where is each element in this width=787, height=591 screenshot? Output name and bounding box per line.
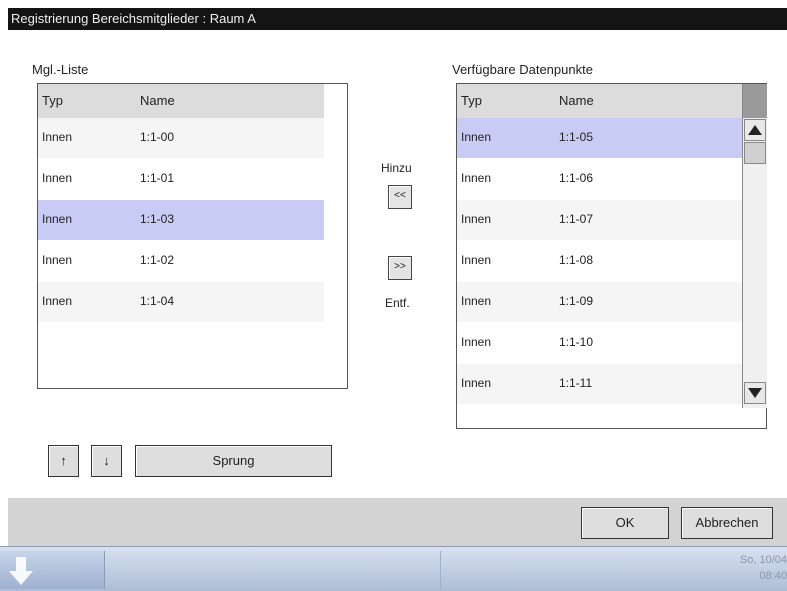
clock: So, 10/04 08:40 (717, 552, 787, 588)
time-text: 08:40 (759, 570, 787, 582)
cell-typ: Innen (461, 376, 492, 390)
cell-typ: Innen (42, 253, 73, 267)
remove-button[interactable]: >> (388, 256, 412, 280)
column-header-typ[interactable]: Typ (42, 93, 63, 108)
cell-name: 1:1-07 (559, 212, 594, 226)
arrow-up-icon (748, 125, 762, 135)
cell-typ: Innen (42, 130, 73, 144)
available-list-row[interactable]: Innen 1:1-10 (457, 323, 742, 363)
cell-typ: Innen (42, 212, 73, 226)
cell-name: 1:1-08 (559, 253, 594, 267)
cell-name: 1:1-05 (559, 130, 594, 144)
taskbar-divider (440, 551, 441, 589)
scroll-up-button[interactable] (744, 119, 766, 141)
cell-name: 1:1-09 (559, 294, 594, 308)
jump-button[interactable]: Sprung (135, 445, 332, 477)
cell-name: 1:1-04 (140, 294, 175, 308)
available-list-row[interactable]: Innen 1:1-06 (457, 159, 742, 199)
add-label: Hinzu (381, 161, 412, 175)
back-button-label: Zurück (42, 564, 76, 576)
scroll-thumb[interactable] (744, 142, 766, 164)
add-button[interactable]: << (388, 185, 412, 209)
back-button[interactable]: Zurück (0, 551, 105, 589)
member-list-row[interactable]: Innen 1:1-04 (38, 282, 324, 322)
dialog-title: Registrierung Bereichsmitglieder : Raum … (8, 8, 787, 30)
cell-typ: Innen (461, 335, 492, 349)
member-list[interactable]: Typ Name Innen 1:1-00 Innen 1:1-01 Innen 1:1-… (37, 83, 348, 389)
taskbar: Zurück So, 10/04 08:40 (0, 546, 787, 591)
scrollbar-header-cap (743, 84, 767, 118)
cell-typ: Innen (461, 253, 492, 267)
cell-name: 1:1-03 (140, 212, 175, 226)
available-list-row[interactable]: Innen 1:1-05 (457, 118, 742, 158)
available-list-row[interactable]: Innen 1:1-09 (457, 282, 742, 322)
member-list-row[interactable]: Innen 1:1-03 (38, 200, 324, 240)
cell-name: 1:1-00 (140, 130, 175, 144)
available-list-row[interactable]: Innen 1:1-11 (457, 364, 742, 404)
dialog-content: Mgl.-Liste Typ Name Innen 1:1-00 Innen 1:1-… (8, 30, 787, 498)
member-list-row[interactable]: Innen 1:1-00 (38, 118, 324, 158)
cancel-button[interactable]: Abbrechen (681, 507, 773, 539)
member-list-row[interactable]: Innen 1:1-02 (38, 241, 324, 281)
cell-typ: Innen (461, 294, 492, 308)
member-list-header: Typ Name (38, 84, 324, 118)
cell-name: 1:1-11 (559, 376, 593, 390)
member-list-label: Mgl.-Liste (32, 62, 89, 77)
arrow-down-icon (748, 388, 762, 398)
top-strip (0, 0, 787, 8)
column-header-name[interactable]: Name (140, 93, 175, 108)
member-registration-dialog: Registrierung Bereichsmitglieder : Raum … (8, 8, 787, 546)
available-list-row[interactable]: Innen 1:1-08 (457, 241, 742, 281)
date-text: So, 10/04 (739, 554, 787, 566)
column-header-name[interactable]: Name (559, 93, 594, 108)
ok-button[interactable]: OK (581, 507, 669, 539)
move-up-button[interactable]: ↑ (48, 445, 79, 477)
cell-typ: Innen (42, 294, 73, 308)
down-arrow-icon (9, 557, 33, 585)
available-list[interactable]: Typ Name Innen 1:1-05 Innen 1:1-06 Innen 1:1-… (456, 83, 767, 429)
dialog-footer: OK Abbrechen (8, 498, 787, 546)
cell-typ: Innen (461, 171, 492, 185)
available-list-label: Verfügbare Datenpunkte (452, 62, 593, 77)
remove-label: Entf. (385, 296, 410, 310)
available-list-header: Typ Name (457, 84, 742, 118)
scroll-down-button[interactable] (744, 382, 766, 404)
cell-name: 1:1-06 (559, 171, 594, 185)
member-list-row[interactable]: Innen 1:1-01 (38, 159, 324, 199)
cell-typ: Innen (461, 130, 492, 144)
cell-name: 1:1-01 (140, 171, 175, 185)
move-down-button[interactable]: ↓ (91, 445, 122, 477)
cell-name: 1:1-10 (559, 335, 594, 349)
available-list-row[interactable]: Innen 1:1-07 (457, 200, 742, 240)
cell-typ: Innen (42, 171, 73, 185)
scrollbar[interactable] (742, 84, 767, 408)
cell-typ: Innen (461, 212, 492, 226)
cell-name: 1:1-02 (140, 253, 175, 267)
column-header-typ[interactable]: Typ (461, 93, 482, 108)
